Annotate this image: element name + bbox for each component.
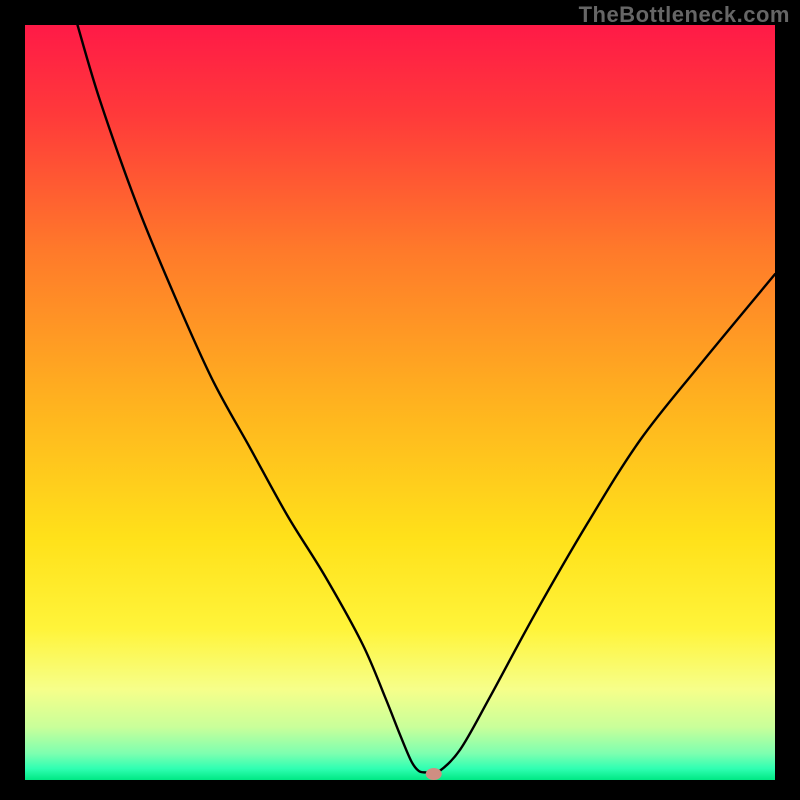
min-marker: [426, 768, 442, 780]
chart-svg: [25, 25, 775, 780]
plot-area: [25, 25, 775, 780]
chart-frame: TheBottleneck.com: [0, 0, 800, 800]
watermark-text: TheBottleneck.com: [579, 2, 790, 28]
